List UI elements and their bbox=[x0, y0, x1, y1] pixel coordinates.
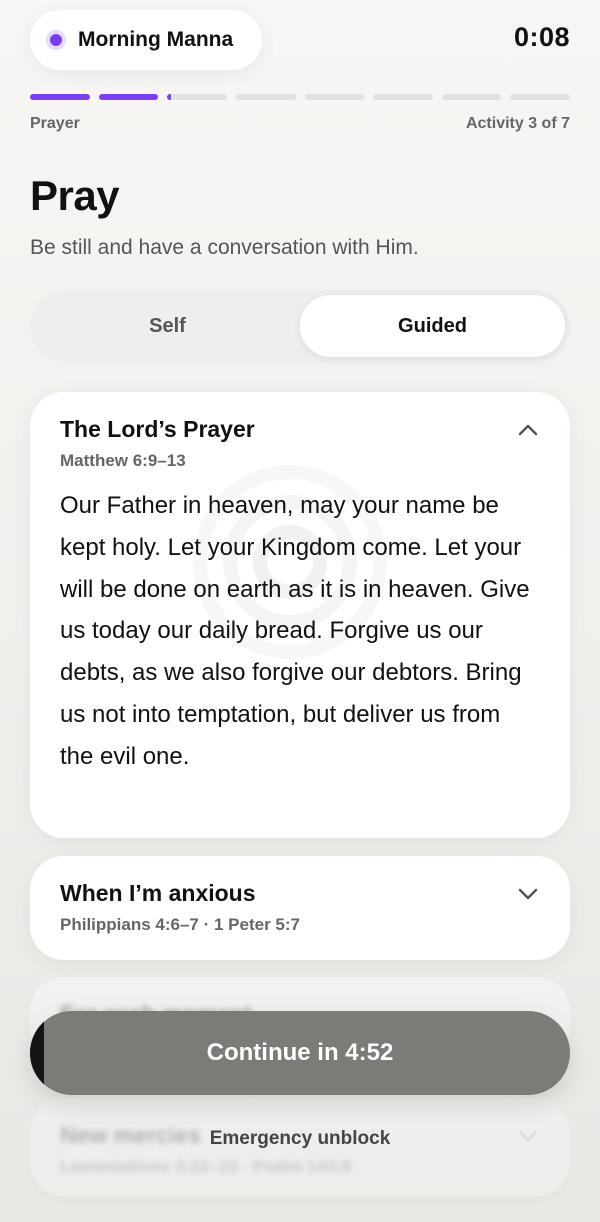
step-label: Prayer bbox=[30, 115, 80, 132]
app-name-pill[interactable]: Morning Manna bbox=[30, 10, 262, 70]
progress-segment bbox=[510, 94, 570, 100]
prayer-reference: Lamentations 3:22–23 · Psalm 143:8 bbox=[60, 1157, 352, 1176]
progress-segment bbox=[30, 94, 90, 100]
progress-segment bbox=[235, 94, 296, 100]
progress-bar bbox=[30, 94, 570, 100]
prayer-title: The Lord’s Prayer bbox=[60, 416, 255, 442]
progress-segment bbox=[373, 94, 433, 100]
prayer-text: Our Father in heaven, may your name be k… bbox=[60, 492, 530, 770]
page-subtitle: Be still and have a conversation with Hi… bbox=[30, 236, 419, 259]
progress-meta: Prayer Activity 3 of 7 bbox=[30, 115, 570, 133]
progress-segment bbox=[304, 94, 365, 100]
continue-label: Continue in 4:52 bbox=[206, 1039, 394, 1066]
prayer-reference: Philippians 4:6–7 · 1 Peter 5:7 bbox=[60, 915, 300, 934]
session-timer: 0:08 bbox=[513, 22, 570, 52]
continue-button[interactable]: Continue in 4:52 bbox=[30, 1011, 570, 1095]
progress-segment bbox=[98, 94, 159, 100]
mode-toggle: Self Guided bbox=[30, 290, 570, 362]
prayer-card-lords-prayer: The Lord’s Prayer Matthew 6:9–13 Our Fat… bbox=[30, 392, 570, 838]
chevron-down-icon[interactable] bbox=[516, 882, 540, 906]
mode-option-self[interactable]: Self bbox=[35, 295, 300, 357]
progress-segment bbox=[167, 94, 227, 100]
progress-segment bbox=[441, 94, 502, 100]
chevron-up-icon[interactable] bbox=[516, 418, 540, 442]
prayer-title: When I’m anxious bbox=[60, 880, 256, 906]
continue-progress-fill bbox=[30, 1011, 44, 1095]
page-title: Pray bbox=[30, 172, 120, 219]
prayer-card-anxious[interactable]: When I’m anxious Philippians 4:6–7 · 1 P… bbox=[30, 856, 570, 960]
app-name: Morning Manna bbox=[78, 28, 234, 51]
status-dot-icon bbox=[46, 30, 66, 50]
activity-counter: Activity 3 of 7 bbox=[465, 115, 570, 132]
emergency-unblock-link[interactable]: Emergency unblock bbox=[0, 1128, 600, 1150]
mode-option-guided[interactable]: Guided bbox=[300, 295, 565, 357]
